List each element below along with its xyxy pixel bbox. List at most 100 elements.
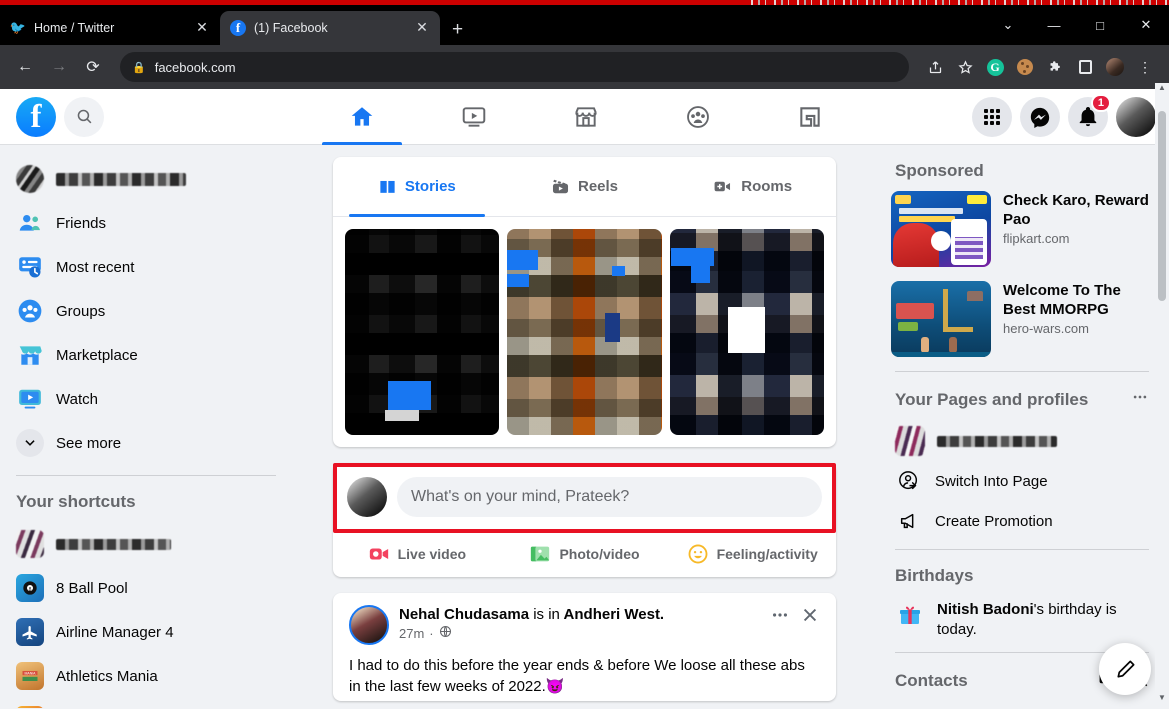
sidebar-item-watch[interactable]: Watch (10, 377, 282, 421)
shortcut-item-blurred[interactable] (10, 522, 282, 566)
forward-icon[interactable]: → (44, 52, 74, 82)
birthday-item[interactable]: Nitish Badoni's birthday is today. (891, 596, 1153, 644)
post-location[interactable]: Andheri West. (564, 606, 665, 623)
sponsored-ad-flipkart[interactable]: Check Karo, Reward Pao flipkart.com (891, 191, 1153, 267)
close-icon[interactable]: ✕ (414, 20, 430, 36)
globe-icon[interactable] (439, 625, 452, 641)
post-author-avatar[interactable] (349, 605, 389, 645)
sidebar-item-label: Marketplace (56, 346, 138, 364)
ad-title: Welcome To The Best MMORPG (1003, 282, 1121, 318)
user-avatar[interactable] (347, 477, 387, 517)
header-right: 1 (866, 93, 1156, 137)
reload-icon[interactable]: ⟳ (78, 52, 108, 82)
browser-tab-bar: 🐦 Home / Twitter ✕ f (1) Facebook ✕ + ⌄ … (0, 5, 1169, 45)
switch-into-page-button[interactable]: Switch Into Page (891, 461, 1153, 501)
browser-tab-twitter[interactable]: 🐦 Home / Twitter ✕ (0, 11, 220, 45)
main-content: Friends Most recent Groups Marketplace W (0, 145, 1169, 708)
facebook-logo-icon[interactable]: f (16, 96, 56, 137)
minimize-button[interactable]: — (1031, 5, 1077, 45)
shortcut-label (56, 538, 171, 550)
nav-tab-gaming[interactable] (754, 89, 866, 145)
close-icon[interactable] (800, 605, 820, 630)
user-avatar[interactable] (1116, 96, 1156, 137)
shortcut-item-airline-manager-4[interactable]: Airline Manager 4 (10, 610, 282, 654)
shortcut-label: Airline Manager 4 (56, 623, 174, 641)
nav-tab-marketplace[interactable] (530, 89, 642, 145)
extensions-puzzle-icon[interactable] (1041, 53, 1069, 81)
address-bar[interactable]: 🔒 facebook.com (120, 52, 909, 82)
messenger-icon[interactable] (1020, 96, 1060, 137)
live-video-button[interactable]: Live video (333, 530, 501, 577)
menu-grid-icon[interactable] (972, 96, 1012, 137)
facebook-icon: f (230, 20, 246, 36)
photo-video-button[interactable]: Photo/video (501, 530, 669, 577)
8-ball-pool-icon: 8 (16, 574, 44, 602)
chrome-menu-icon[interactable]: ⋮ (1131, 53, 1159, 81)
watch-icon (16, 385, 44, 413)
post-header: Nehal Chudasama is in Andheri West. 27m … (349, 605, 820, 645)
twitter-icon: 🐦 (9, 20, 27, 35)
scroll-down-icon[interactable]: ▼ (1155, 693, 1169, 709)
tab-label: Rooms (741, 178, 793, 195)
gift-icon (895, 600, 925, 630)
page-scrollbar[interactable]: ▲ ▼ (1155, 83, 1169, 709)
url-text: facebook.com (154, 59, 236, 75)
tab-stories[interactable]: Stories (333, 157, 501, 217)
page-item[interactable] (891, 421, 1153, 461)
shortcut-item-partial[interactable] (10, 698, 282, 708)
nav-tab-home[interactable] (306, 89, 418, 145)
create-post-input[interactable]: What's on your mind, Prateek? (397, 477, 822, 517)
birthday-name[interactable]: Nitish Badoni (937, 601, 1034, 618)
browser-tab-facebook[interactable]: f (1) Facebook ✕ (220, 11, 440, 45)
post-tools (770, 605, 820, 630)
more-options-icon[interactable] (770, 605, 790, 630)
post-author-line: Nehal Chudasama is in Andheri West. (399, 605, 760, 625)
close-icon[interactable]: ✕ (194, 20, 210, 36)
birthdays-heading: Birthdays (891, 562, 1153, 596)
compose-message-button[interactable] (1099, 643, 1151, 695)
sidebar-item-marketplace[interactable]: Marketplace (10, 333, 282, 377)
shortcut-item-8-ball-pool[interactable]: 8 8 Ball Pool (10, 566, 282, 610)
page-avatar (895, 426, 925, 456)
shortcut-item-athletics-mania[interactable]: MANIA Athletics Mania (10, 654, 282, 698)
share-icon[interactable] (921, 53, 949, 81)
tab-search-icon[interactable]: ⌄ (985, 5, 1031, 45)
maximize-button[interactable]: □ (1077, 5, 1123, 45)
marketplace-icon (16, 341, 44, 369)
sidebar-item-most-recent[interactable]: Most recent (10, 245, 282, 289)
notifications-bell-icon[interactable]: 1 (1068, 93, 1111, 137)
airline-manager-icon (16, 618, 44, 646)
story-thumbnail[interactable] (669, 229, 824, 435)
composer-row: What's on your mind, Prateek? (333, 463, 836, 529)
scroll-up-icon[interactable]: ▲ (1155, 83, 1169, 99)
nav-tab-groups[interactable] (642, 89, 754, 145)
page-action-label: Create Promotion (935, 512, 1053, 530)
close-window-button[interactable]: ✕ (1123, 5, 1169, 45)
sidebar-item-friends[interactable]: Friends (10, 201, 282, 245)
bookmark-star-icon[interactable] (951, 53, 979, 81)
scrollbar-thumb[interactable] (1158, 111, 1166, 301)
nav-tab-watch[interactable] (418, 89, 530, 145)
create-promotion-button[interactable]: Create Promotion (891, 501, 1153, 541)
profile-avatar-icon[interactable] (1101, 53, 1129, 81)
sidebar-item-see-more[interactable]: See more (10, 421, 282, 465)
story-thumbnail[interactable] (507, 229, 662, 435)
story-thumbnail[interactable] (345, 229, 500, 435)
grammarly-icon[interactable]: G (981, 53, 1009, 81)
cookie-icon[interactable] (1011, 53, 1039, 81)
ad-title: Check Karo, Reward Pao (1003, 192, 1149, 228)
post-timestamp[interactable]: 27m (399, 626, 424, 641)
more-options-icon[interactable] (1131, 388, 1149, 411)
tab-reels[interactable]: Reels (501, 157, 669, 216)
search-icon[interactable] (64, 96, 104, 137)
sidebar-item-groups[interactable]: Groups (10, 289, 282, 333)
sidebar-icon[interactable] (1071, 53, 1099, 81)
back-icon[interactable]: ← (10, 52, 40, 82)
tab-rooms[interactable]: Rooms (668, 157, 836, 216)
sponsored-ad-hero-wars[interactable]: Welcome To The Best MMORPG hero-wars.com (891, 281, 1153, 357)
sidebar-divider (16, 475, 276, 476)
new-tab-button[interactable]: + (440, 20, 475, 45)
sidebar-item-profile[interactable] (10, 157, 282, 201)
post-author-name[interactable]: Nehal Chudasama (399, 606, 529, 623)
feeling-activity-button[interactable]: Feeling/activity (668, 530, 836, 577)
